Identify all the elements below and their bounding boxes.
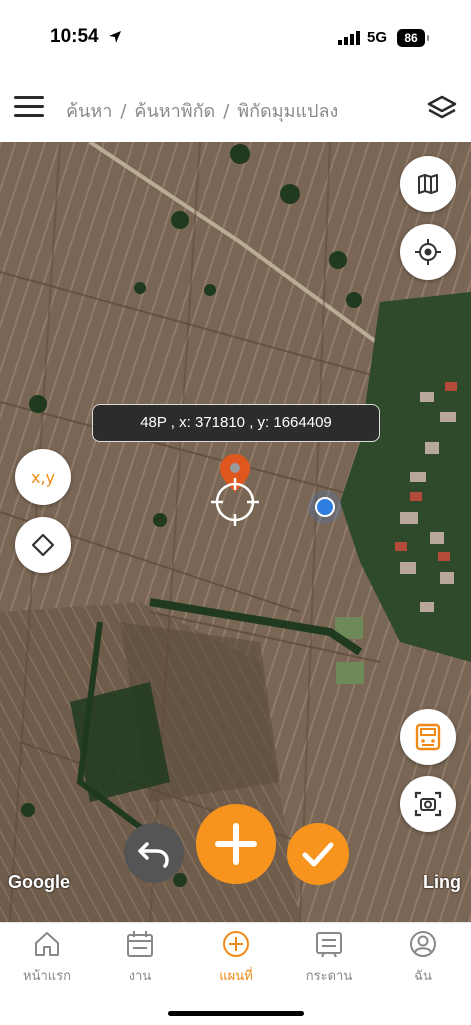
xy-button-label: x,y: [30, 467, 56, 487]
user-icon: [410, 931, 436, 957]
menu-icon[interactable]: [14, 96, 44, 122]
google-attribution: Google: [8, 872, 70, 892]
tab-map[interactable]: แผนที่: [196, 929, 276, 986]
breadcrumb-coordinate-search[interactable]: ค้นหาพิกัด: [134, 101, 215, 122]
bottom-tab-bar: หน้าแรก งาน แผนที่ กระดาน ฉัน: [0, 922, 471, 1025]
status-bar: 10:54 5G 86: [0, 0, 471, 78]
tab-work[interactable]: งาน: [100, 929, 180, 986]
confirm-button[interactable]: [287, 823, 349, 885]
xy-input-button[interactable]: x,y: [15, 449, 71, 505]
diamond-icon: [31, 533, 55, 557]
tab-home-label: หน้าแรก: [23, 969, 71, 984]
tab-board[interactable]: กระดาน: [289, 929, 369, 986]
calendar-icon: [127, 931, 153, 957]
locate-button[interactable]: [400, 224, 456, 280]
screenshot-button[interactable]: [400, 776, 456, 832]
map-icon: [418, 174, 438, 194]
board-icon: [316, 932, 342, 958]
location-pin-icon: [211, 454, 259, 526]
screenshot-icon: [414, 791, 442, 817]
coordinate-readout: 48P , x: 371810 , y: 1664409: [92, 404, 380, 442]
tab-map-label: แผนที่: [219, 969, 253, 984]
home-indicator: [168, 1011, 304, 1016]
network-type: 5G: [367, 29, 388, 46]
app-header: ค้นหา / ค้นหาพิกัด / พิกัดมุมแปลง: [0, 78, 471, 142]
battery-icon: 86: [397, 29, 425, 47]
tab-work-label: งาน: [128, 969, 152, 984]
home-icon: [35, 932, 59, 956]
add-point-button[interactable]: [196, 804, 276, 884]
tab-me-label: ฉัน: [414, 969, 432, 984]
plus-circle-icon: [223, 931, 249, 957]
layers-icon[interactable]: [426, 94, 458, 122]
map-type-button[interactable]: [400, 156, 456, 212]
breadcrumb-search[interactable]: ค้นหา: [66, 101, 112, 122]
tab-home[interactable]: หน้าแรก: [7, 929, 87, 986]
user-location-dot: [308, 490, 342, 524]
gps-locate-icon: [415, 239, 441, 265]
breadcrumb-separator: /: [223, 101, 230, 122]
plus-icon: [215, 823, 257, 865]
diamond-button[interactable]: [15, 517, 71, 573]
breadcrumb-separator: /: [120, 101, 127, 122]
location-arrow-icon: [109, 31, 121, 43]
check-icon: [302, 842, 334, 867]
status-time: 10:54: [50, 26, 99, 47]
undo-icon: [138, 842, 169, 868]
breadcrumb: ค้นหา / ค้นหาพิกัด / พิกัดมุมแปลง: [66, 96, 338, 125]
signal-icon: [338, 31, 360, 45]
calculator-icon: [415, 723, 441, 751]
undo-button[interactable]: [124, 823, 184, 883]
breadcrumb-plot-corner: พิกัดมุมแปลง: [237, 101, 339, 122]
battery-tip: [427, 35, 429, 41]
calculator-button[interactable]: [400, 709, 456, 765]
ling-attribution: Ling: [423, 872, 461, 892]
tab-board-label: กระดาน: [305, 969, 353, 984]
tab-me[interactable]: ฉัน: [383, 929, 463, 986]
